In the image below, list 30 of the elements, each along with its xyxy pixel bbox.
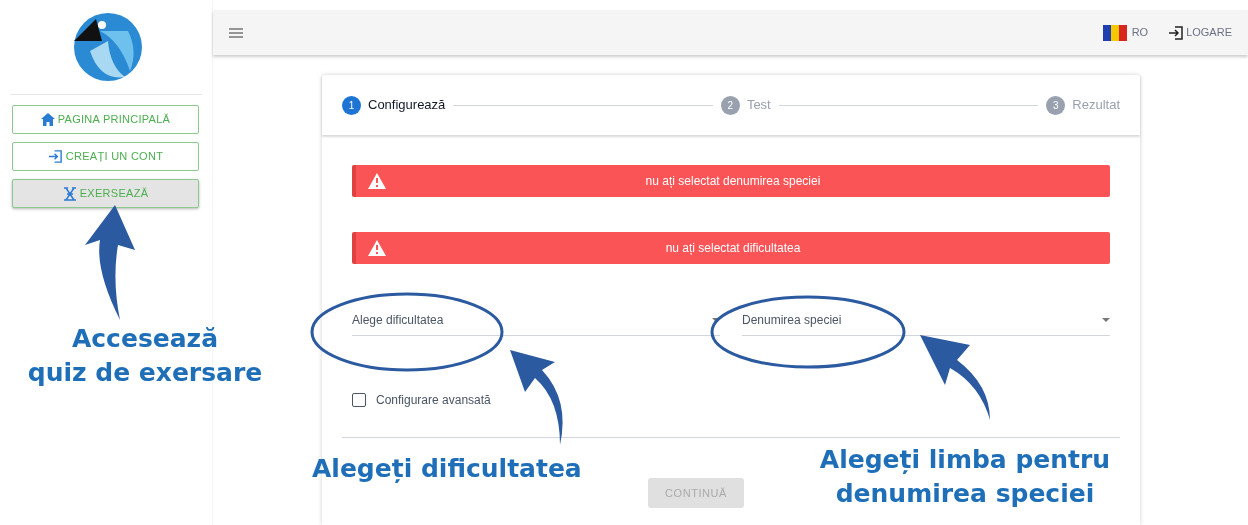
- dropdown-caret-icon: [712, 318, 720, 322]
- annotation-text: Accesează quiz de exersare: [26, 323, 264, 389]
- flag-icon: [1102, 24, 1127, 41]
- warning-icon: [368, 240, 386, 256]
- login-icon: [1168, 24, 1185, 41]
- language-label[interactable]: RO: [1131, 24, 1149, 41]
- home-icon: [40, 113, 55, 126]
- step-label: Configurează: [368, 96, 446, 115]
- practice-icon: [62, 186, 77, 201]
- difficulty-select[interactable]: Alege dificultatea: [352, 304, 720, 336]
- species-name-select[interactable]: Denumirea speciei: [742, 304, 1110, 336]
- nav-button[interactable]: EXERSEAZĂ: [12, 179, 199, 208]
- nav-button[interactable]: PAGINA PRINCIPALĂ: [12, 105, 199, 134]
- step-number: 3: [1046, 95, 1066, 115]
- annotation-text: Alegeți limba pentru denumirea speciei: [818, 444, 1112, 510]
- step-label: Test: [746, 96, 771, 115]
- login-icon: [47, 149, 63, 164]
- dropdown-caret-icon: [1102, 318, 1110, 322]
- error-alert: nu ați selectat dificultatea: [352, 232, 1110, 264]
- annotation-text: Alegeți dificultatea: [312, 453, 583, 485]
- advanced-config-label: Configurare avansată: [376, 392, 491, 409]
- menu-icon[interactable]: [229, 27, 243, 38]
- login-button[interactable]: LOGARE: [1168, 24, 1232, 41]
- warning-icon: [368, 173, 386, 189]
- error-alert: nu ați selectat denumirea speciei: [352, 165, 1110, 197]
- nav-button[interactable]: CREAȚI UN CONT: [12, 142, 199, 171]
- step-number: 1: [342, 95, 361, 115]
- checkbox[interactable]: [352, 393, 366, 407]
- step-label: Rezultat: [1072, 96, 1120, 115]
- step-number: 2: [720, 95, 740, 115]
